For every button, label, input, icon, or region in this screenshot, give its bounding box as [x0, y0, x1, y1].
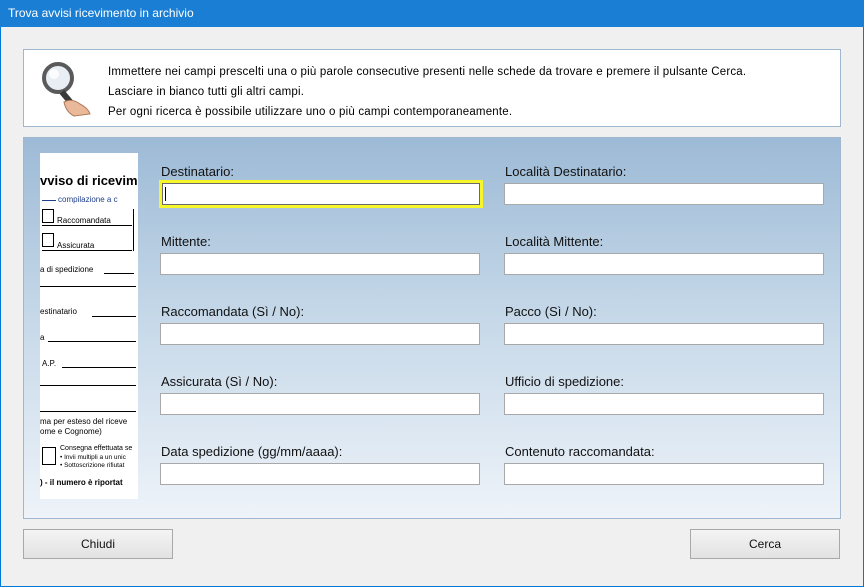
dialog-client: Immettere nei campi prescelti una o più …	[1, 27, 863, 586]
thumb-numero: ) - il numero è riportat	[40, 478, 123, 487]
thumb-a: a	[40, 333, 45, 342]
localita-mittente-label: Località Mittente:	[505, 234, 604, 249]
thumb-cap: A.P.	[42, 359, 57, 368]
ufficio-spedizione-label: Ufficio di spedizione:	[505, 374, 624, 389]
data-spedizione-label: Data spedizione (gg/mm/aaaa):	[161, 444, 343, 459]
instructions-panel: Immettere nei campi prescelti una o più …	[23, 49, 841, 127]
thumb-sottoscrizione: • Sottoscrizione rifiutat	[60, 462, 125, 469]
ufficio-spedizione-input[interactable]	[504, 393, 824, 415]
mittente-label: Mittente:	[161, 234, 211, 249]
mittente-input[interactable]	[160, 253, 480, 275]
thumb-title: vviso di ricevim	[40, 173, 138, 188]
instruction-line: Immettere nei campi prescelti una o più …	[108, 66, 747, 78]
thumb-subtitle: compilazione a c	[58, 195, 118, 204]
text-caret	[165, 187, 166, 201]
thumb-destinatario: estinatario	[40, 307, 77, 316]
instructions-text: Immettere nei campi prescelti una o più …	[108, 62, 746, 122]
pacco-input[interactable]	[504, 323, 824, 345]
thumb-firma2: ome e Cognome)	[40, 427, 102, 436]
thumb-firma1: ma per esteso del riceve	[40, 417, 128, 426]
raccomandata-label: Raccomandata (Sì / No):	[161, 304, 305, 319]
localita-destinatario-input[interactable]	[504, 183, 824, 205]
assicurata-label: Assicurata (Sì / No):	[161, 374, 278, 389]
thumb-invii: • Invii multipli a un unic	[60, 454, 126, 461]
localita-destinatario-label: Località Destinatario:	[505, 164, 627, 179]
localita-mittente-input[interactable]	[504, 253, 824, 275]
instruction-line: Per ogni ricerca è possibile utilizzare …	[108, 106, 513, 118]
search-button[interactable]: Cerca	[690, 529, 840, 559]
destinatario-label: Destinatario:	[161, 164, 234, 179]
contenuto-raccomandata-input[interactable]	[504, 463, 824, 485]
contenuto-raccomandata-label: Contenuto raccomandata:	[505, 444, 655, 459]
thumb-assicurata: Assicurata	[57, 241, 95, 250]
close-button[interactable]: Chiudi	[23, 529, 173, 559]
destinatario-input[interactable]	[159, 180, 483, 208]
magnifier-icon	[42, 62, 91, 117]
raccomandata-input[interactable]	[160, 323, 480, 345]
thumb-consegna: Consegna effettuata se	[60, 445, 133, 452]
window-title: Trova avvisi ricevimento in archivio	[0, 0, 864, 27]
thumb-raccomandata: Raccomandata	[57, 216, 111, 225]
search-form: vviso di ricevim compilazione a c Raccom…	[23, 137, 841, 519]
assicurata-input[interactable]	[160, 393, 480, 415]
thumb-spedizione: a di spedizione	[40, 265, 94, 274]
data-spedizione-input[interactable]	[160, 463, 480, 485]
document-thumbnail: vviso di ricevim compilazione a c Raccom…	[40, 153, 138, 499]
instruction-line: Lasciare in bianco tutti gli altri campi…	[108, 86, 305, 98]
pacco-label: Pacco (Sì / No):	[505, 304, 597, 319]
